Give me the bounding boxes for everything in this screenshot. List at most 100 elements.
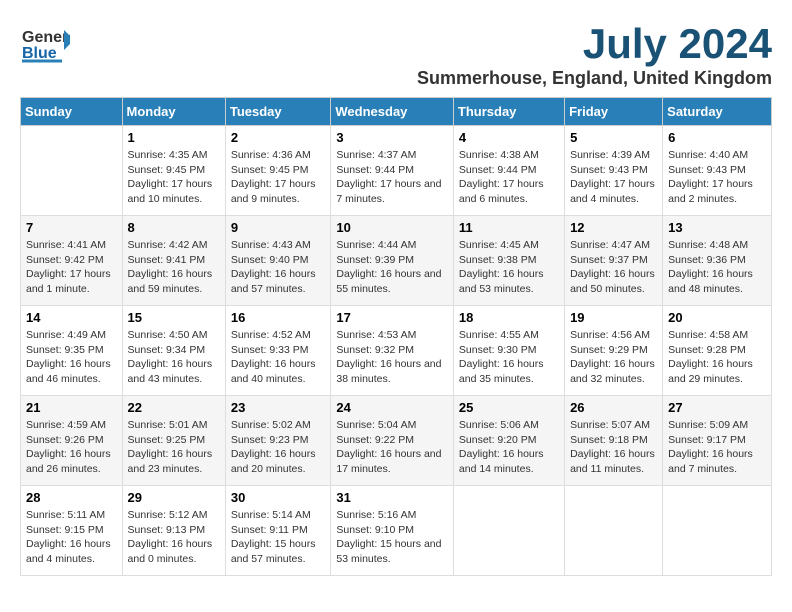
calendar-cell: 3 Sunrise: 4:37 AM Sunset: 9:44 PM Daylig… bbox=[331, 126, 454, 216]
date-number: 11 bbox=[459, 220, 559, 235]
cell-content: Sunrise: 5:02 AM Sunset: 9:23 PM Dayligh… bbox=[231, 418, 326, 477]
cell-content: Sunrise: 4:53 AM Sunset: 9:32 PM Dayligh… bbox=[336, 328, 448, 387]
cell-content: Sunrise: 4:52 AM Sunset: 9:33 PM Dayligh… bbox=[231, 328, 326, 387]
calendar-cell: 10 Sunrise: 4:44 AM Sunset: 9:39 PM Dayli… bbox=[331, 216, 454, 306]
cell-content: Sunrise: 5:04 AM Sunset: 9:22 PM Dayligh… bbox=[336, 418, 448, 477]
calendar-cell: 12 Sunrise: 4:47 AM Sunset: 9:37 PM Dayli… bbox=[565, 216, 663, 306]
calendar-cell: 31Sunrise: 5:16 AM Sunset: 9:10 PM Dayli… bbox=[331, 486, 454, 576]
calendar-cell: 26 Sunrise: 5:07 AM Sunset: 9:18 PM Dayli… bbox=[565, 396, 663, 486]
calendar-cell: 21 Sunrise: 4:59 AM Sunset: 9:26 PM Dayli… bbox=[21, 396, 123, 486]
calendar-week-1: 1 Sunrise: 4:35 AM Sunset: 9:45 PM Daylig… bbox=[21, 126, 772, 216]
day-header-tuesday: Tuesday bbox=[225, 98, 331, 126]
date-number: 1 bbox=[128, 130, 220, 145]
calendar-cell: 1 Sunrise: 4:35 AM Sunset: 9:45 PM Daylig… bbox=[122, 126, 225, 216]
logo-icon: General Blue bbox=[20, 20, 70, 65]
cell-content: Sunrise: 4:36 AM Sunset: 9:45 PM Dayligh… bbox=[231, 148, 326, 207]
calendar-week-5: 28Sunrise: 5:11 AM Sunset: 9:15 PM Dayli… bbox=[21, 486, 772, 576]
date-number: 4 bbox=[459, 130, 559, 145]
date-number: 8 bbox=[128, 220, 220, 235]
calendar-subtitle: Summerhouse, England, United Kingdom bbox=[417, 68, 772, 89]
calendar-week-4: 21 Sunrise: 4:59 AM Sunset: 9:26 PM Dayli… bbox=[21, 396, 772, 486]
cell-content: Sunrise: 5:01 AM Sunset: 9:25 PM Dayligh… bbox=[128, 418, 220, 477]
cell-content: Sunrise: 4:37 AM Sunset: 9:44 PM Dayligh… bbox=[336, 148, 448, 207]
calendar-week-3: 14Sunrise: 4:49 AM Sunset: 9:35 PM Dayli… bbox=[21, 306, 772, 396]
calendar-cell: 18Sunrise: 4:55 AM Sunset: 9:30 PM Dayli… bbox=[453, 306, 564, 396]
cell-content: Sunrise: 4:56 AM Sunset: 9:29 PM Dayligh… bbox=[570, 328, 657, 387]
calendar-cell: 2Sunrise: 4:36 AM Sunset: 9:45 PM Daylig… bbox=[225, 126, 331, 216]
date-number: 5 bbox=[570, 130, 657, 145]
date-number: 17 bbox=[336, 310, 448, 325]
title-block: July 2024 Summerhouse, England, United K… bbox=[417, 20, 772, 89]
cell-content: Sunrise: 4:44 AM Sunset: 9:39 PM Dayligh… bbox=[336, 238, 448, 297]
cell-content: Sunrise: 4:35 AM Sunset: 9:45 PM Dayligh… bbox=[128, 148, 220, 207]
cell-content: Sunrise: 4:59 AM Sunset: 9:26 PM Dayligh… bbox=[26, 418, 117, 477]
calendar-cell: 27Sunrise: 5:09 AM Sunset: 9:17 PM Dayli… bbox=[663, 396, 772, 486]
date-number: 12 bbox=[570, 220, 657, 235]
svg-text:General: General bbox=[22, 29, 70, 46]
cell-content: Sunrise: 4:42 AM Sunset: 9:41 PM Dayligh… bbox=[128, 238, 220, 297]
calendar-cell: 14Sunrise: 4:49 AM Sunset: 9:35 PM Dayli… bbox=[21, 306, 123, 396]
date-number: 16 bbox=[231, 310, 326, 325]
logo: General Blue bbox=[20, 20, 70, 65]
calendar-cell: 4 Sunrise: 4:38 AM Sunset: 9:44 PM Daylig… bbox=[453, 126, 564, 216]
day-header-thursday: Thursday bbox=[453, 98, 564, 126]
calendar-cell: 16 Sunrise: 4:52 AM Sunset: 9:33 PM Dayli… bbox=[225, 306, 331, 396]
calendar-cell: 24 Sunrise: 5:04 AM Sunset: 9:22 PM Dayli… bbox=[331, 396, 454, 486]
calendar-cell: 23 Sunrise: 5:02 AM Sunset: 9:23 PM Dayli… bbox=[225, 396, 331, 486]
calendar-cell: 13 Sunrise: 4:48 AM Sunset: 9:36 PM Dayli… bbox=[663, 216, 772, 306]
cell-content: Sunrise: 4:38 AM Sunset: 9:44 PM Dayligh… bbox=[459, 148, 559, 207]
cell-content: Sunrise: 4:39 AM Sunset: 9:43 PM Dayligh… bbox=[570, 148, 657, 207]
day-header-wednesday: Wednesday bbox=[331, 98, 454, 126]
cell-content: Sunrise: 4:55 AM Sunset: 9:30 PM Dayligh… bbox=[459, 328, 559, 387]
svg-text:Blue: Blue bbox=[22, 45, 57, 62]
date-number: 20 bbox=[668, 310, 766, 325]
date-number: 15 bbox=[128, 310, 220, 325]
date-number: 10 bbox=[336, 220, 448, 235]
calendar-cell: 8 Sunrise: 4:42 AM Sunset: 9:41 PM Daylig… bbox=[122, 216, 225, 306]
calendar-cell: 15 Sunrise: 4:50 AM Sunset: 9:34 PM Dayli… bbox=[122, 306, 225, 396]
date-number: 7 bbox=[26, 220, 117, 235]
calendar-cell: 6 Sunrise: 4:40 AM Sunset: 9:43 PM Daylig… bbox=[663, 126, 772, 216]
date-number: 31 bbox=[336, 490, 448, 505]
calendar-cell bbox=[565, 486, 663, 576]
date-number: 13 bbox=[668, 220, 766, 235]
calendar-cell: 19Sunrise: 4:56 AM Sunset: 9:29 PM Dayli… bbox=[565, 306, 663, 396]
cell-content: Sunrise: 4:41 AM Sunset: 9:42 PM Dayligh… bbox=[26, 238, 117, 297]
day-header-sunday: Sunday bbox=[21, 98, 123, 126]
calendar-cell: 29 Sunrise: 5:12 AM Sunset: 9:13 PM Dayli… bbox=[122, 486, 225, 576]
cell-content: Sunrise: 4:47 AM Sunset: 9:37 PM Dayligh… bbox=[570, 238, 657, 297]
date-number: 28 bbox=[26, 490, 117, 505]
cell-content: Sunrise: 4:50 AM Sunset: 9:34 PM Dayligh… bbox=[128, 328, 220, 387]
cell-content: Sunrise: 5:12 AM Sunset: 9:13 PM Dayligh… bbox=[128, 508, 220, 567]
date-number: 22 bbox=[128, 400, 220, 415]
calendar-cell: 17 Sunrise: 4:53 AM Sunset: 9:32 PM Dayli… bbox=[331, 306, 454, 396]
cell-content: Sunrise: 4:45 AM Sunset: 9:38 PM Dayligh… bbox=[459, 238, 559, 297]
calendar-cell: 9Sunrise: 4:43 AM Sunset: 9:40 PM Daylig… bbox=[225, 216, 331, 306]
day-header-saturday: Saturday bbox=[663, 98, 772, 126]
calendar-cell: 22 Sunrise: 5:01 AM Sunset: 9:25 PM Dayli… bbox=[122, 396, 225, 486]
date-number: 29 bbox=[128, 490, 220, 505]
calendar-cell bbox=[453, 486, 564, 576]
cell-content: Sunrise: 4:48 AM Sunset: 9:36 PM Dayligh… bbox=[668, 238, 766, 297]
cell-content: Sunrise: 5:14 AM Sunset: 9:11 PM Dayligh… bbox=[231, 508, 326, 567]
days-header-row: SundayMondayTuesdayWednesdayThursdayFrid… bbox=[21, 98, 772, 126]
date-number: 3 bbox=[336, 130, 448, 145]
cell-content: Sunrise: 4:58 AM Sunset: 9:28 PM Dayligh… bbox=[668, 328, 766, 387]
calendar-title: July 2024 bbox=[417, 20, 772, 68]
date-number: 14 bbox=[26, 310, 117, 325]
calendar-cell: 7 Sunrise: 4:41 AM Sunset: 9:42 PM Daylig… bbox=[21, 216, 123, 306]
date-number: 24 bbox=[336, 400, 448, 415]
date-number: 6 bbox=[668, 130, 766, 145]
date-number: 26 bbox=[570, 400, 657, 415]
cell-content: Sunrise: 4:40 AM Sunset: 9:43 PM Dayligh… bbox=[668, 148, 766, 207]
date-number: 21 bbox=[26, 400, 117, 415]
calendar-cell: 11 Sunrise: 4:45 AM Sunset: 9:38 PM Dayli… bbox=[453, 216, 564, 306]
calendar-cell bbox=[21, 126, 123, 216]
cell-content: Sunrise: 5:09 AM Sunset: 9:17 PM Dayligh… bbox=[668, 418, 766, 477]
cell-content: Sunrise: 5:07 AM Sunset: 9:18 PM Dayligh… bbox=[570, 418, 657, 477]
calendar-cell: 30Sunrise: 5:14 AM Sunset: 9:11 PM Dayli… bbox=[225, 486, 331, 576]
calendar-cell: 25Sunrise: 5:06 AM Sunset: 9:20 PM Dayli… bbox=[453, 396, 564, 486]
date-number: 23 bbox=[231, 400, 326, 415]
day-header-monday: Monday bbox=[122, 98, 225, 126]
day-header-friday: Friday bbox=[565, 98, 663, 126]
